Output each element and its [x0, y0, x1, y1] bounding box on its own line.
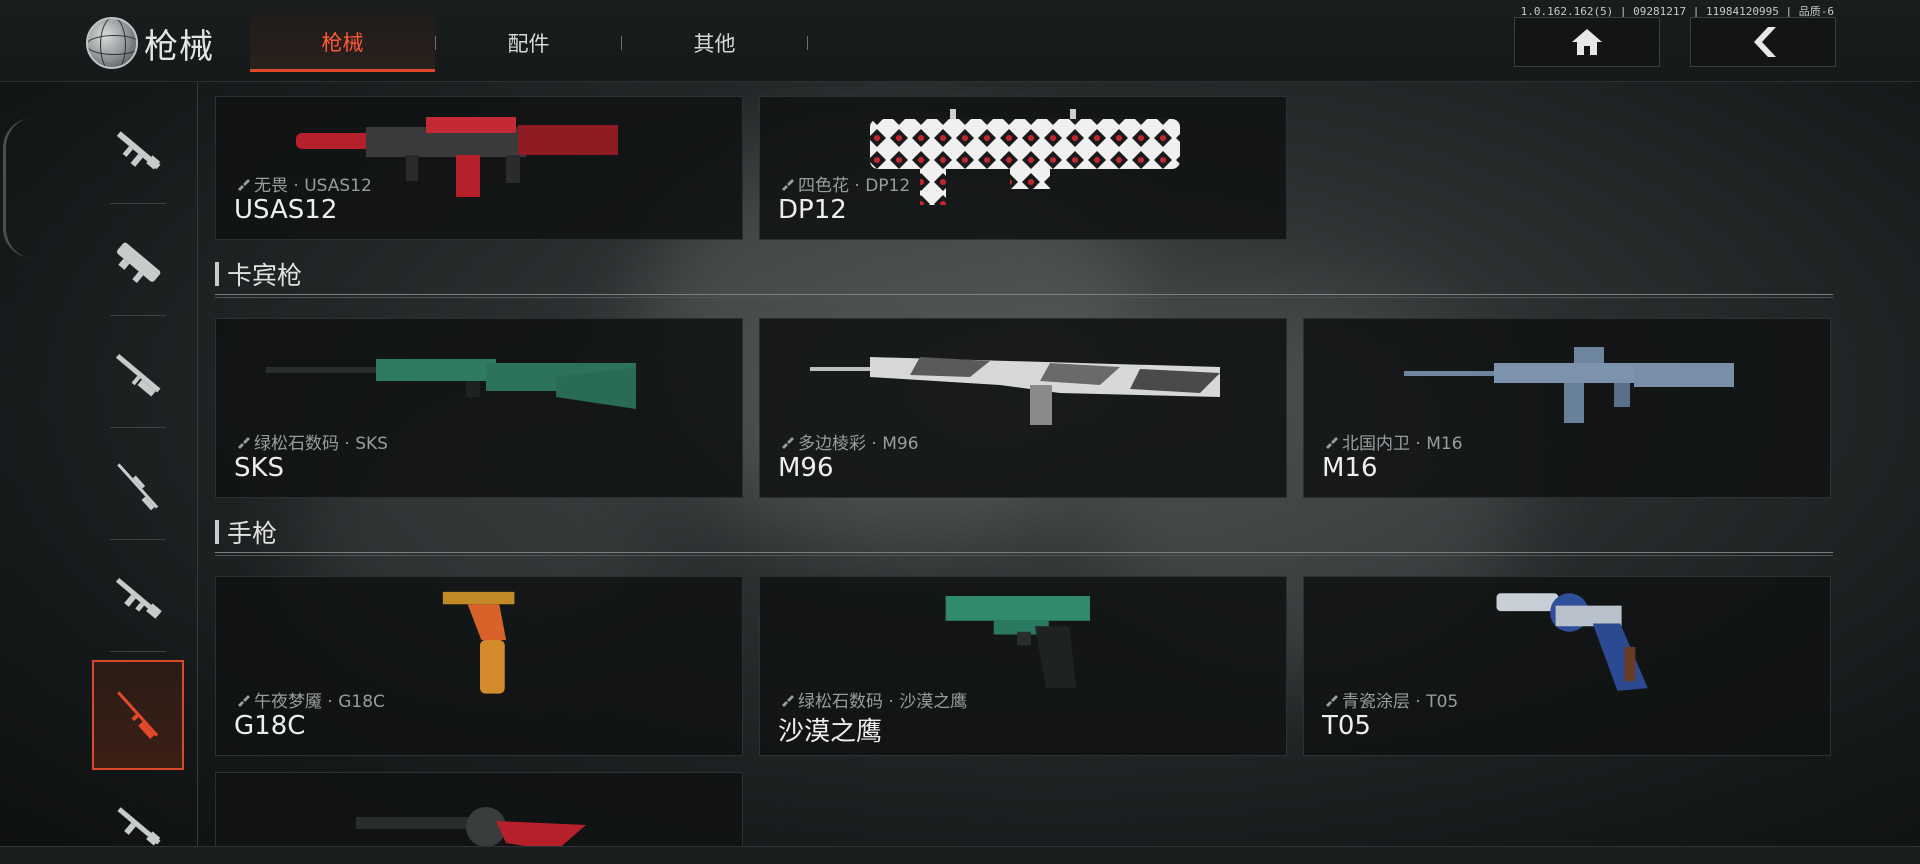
revolver-weapon-image — [356, 807, 586, 846]
weapon-name: M96 — [778, 453, 834, 483]
desert-eagle-weapon-image — [945, 596, 1090, 689]
t05-weapon-image — [1496, 593, 1648, 691]
chevron-left-icon — [1754, 27, 1776, 57]
weapon-list: 无畏 · USAS12 USAS12 四色花 · DP12 DP12 卡宾枪 绿… — [198, 82, 1920, 846]
paint-brush-icon — [1326, 436, 1338, 449]
sidebar-item-machine-gun[interactable] — [92, 554, 184, 652]
shotgun-icon — [115, 353, 161, 397]
home-icon — [1572, 29, 1602, 55]
tab-attachments[interactable]: 配件 — [436, 14, 621, 72]
weapon-name: M16 — [1322, 453, 1378, 483]
weapon-card-desert-eagle[interactable]: 绿松石数码 · 沙漠之鹰 沙漠之鹰 — [759, 576, 1287, 756]
back-button[interactable] — [1690, 17, 1836, 67]
assault-rifle-icon — [116, 131, 161, 170]
weapon-name: 沙漠之鹰 — [778, 717, 883, 747]
weapon-name: USAS12 — [234, 195, 338, 225]
paint-brush-icon — [238, 436, 250, 449]
paint-brush-icon — [782, 694, 794, 707]
tab-guns[interactable]: 枪械 — [250, 14, 435, 72]
scroll-indicator — [3, 118, 33, 258]
section-divider — [215, 294, 1833, 298]
sidebar-item-smg[interactable] — [92, 218, 184, 316]
skin-label: 绿松石数码 · 沙漠之鹰 — [798, 692, 968, 712]
paint-brush-icon — [782, 178, 794, 191]
skin-label: 无畏 · USAS12 — [254, 176, 372, 196]
skin-label: 四色花 · DP12 — [798, 176, 911, 196]
section-divider — [215, 552, 1833, 556]
sidebar-item-shotgun[interactable] — [92, 330, 184, 428]
paint-brush-icon — [782, 436, 794, 449]
g18c-weapon-image — [442, 591, 515, 694]
globe-icon — [86, 17, 138, 69]
skin-label: 多边棱彩 · M96 — [798, 434, 919, 454]
weapon-card-m96[interactable]: 多边棱彩 · M96 M96 — [759, 318, 1287, 498]
skin-label: 青瓷涂层 · T05 — [1342, 692, 1459, 712]
sniper-rifle-icon — [117, 463, 159, 511]
weapon-card-t05[interactable]: 青瓷涂层 · T05 T05 — [1303, 576, 1831, 756]
smg-icon — [116, 242, 161, 283]
weapon-card-revolver[interactable] — [215, 772, 743, 846]
tab-separator — [807, 36, 808, 50]
section-title-carbine: 卡宾枪 — [215, 256, 302, 292]
weapon-name: DP12 — [778, 195, 847, 225]
weapon-card-dp12[interactable]: 四色花 · DP12 DP12 — [759, 96, 1287, 240]
weapon-card-usas12[interactable]: 无畏 · USAS12 USAS12 — [215, 96, 743, 240]
sks-weapon-image — [266, 359, 636, 409]
home-button[interactable] — [1514, 17, 1660, 67]
paint-brush-icon — [238, 694, 250, 707]
sidebar-item-rifle[interactable] — [92, 660, 184, 770]
weapon-card-m16[interactable]: 北国内卫 · M16 M16 — [1303, 318, 1831, 498]
section-title-pistol: 手枪 — [215, 514, 277, 550]
m96-weapon-image — [810, 357, 1220, 425]
weapon-card-sks[interactable]: 绿松石数码 · SKS SKS — [215, 318, 743, 498]
skin-label: 午夜梦魇 · G18C — [254, 692, 385, 712]
machine-gun-icon — [115, 577, 162, 619]
paint-brush-icon — [1326, 694, 1338, 707]
bottom-bar — [0, 846, 1920, 864]
page-title: 枪械 — [144, 26, 214, 67]
dp12-weapon-image — [870, 109, 1180, 205]
skin-label: 绿松石数码 · SKS — [254, 434, 388, 454]
weapon-card-g18c[interactable]: 午夜梦魇 · G18C G18C — [215, 576, 743, 756]
top-bar: 枪械 枪械 配件 其他 1.0.162.162(5) | 09281217 | … — [0, 0, 1920, 82]
weapon-name: T05 — [1322, 711, 1371, 741]
weapon-category-sidebar — [0, 82, 198, 846]
rifle-icon — [117, 691, 159, 740]
paint-brush-icon — [238, 178, 250, 191]
sidebar-item-assault-rifle[interactable] — [92, 106, 184, 204]
m16-weapon-image — [1404, 347, 1734, 423]
weapon-name: G18C — [234, 711, 306, 741]
sidebar-item-sniper[interactable] — [92, 442, 184, 540]
logo: 枪械 — [86, 17, 214, 69]
tab-other[interactable]: 其他 — [622, 14, 807, 72]
skin-label: 北国内卫 · M16 — [1342, 434, 1463, 454]
tab-bar: 枪械 配件 其他 — [250, 14, 808, 72]
weapon-name: SKS — [234, 453, 285, 483]
